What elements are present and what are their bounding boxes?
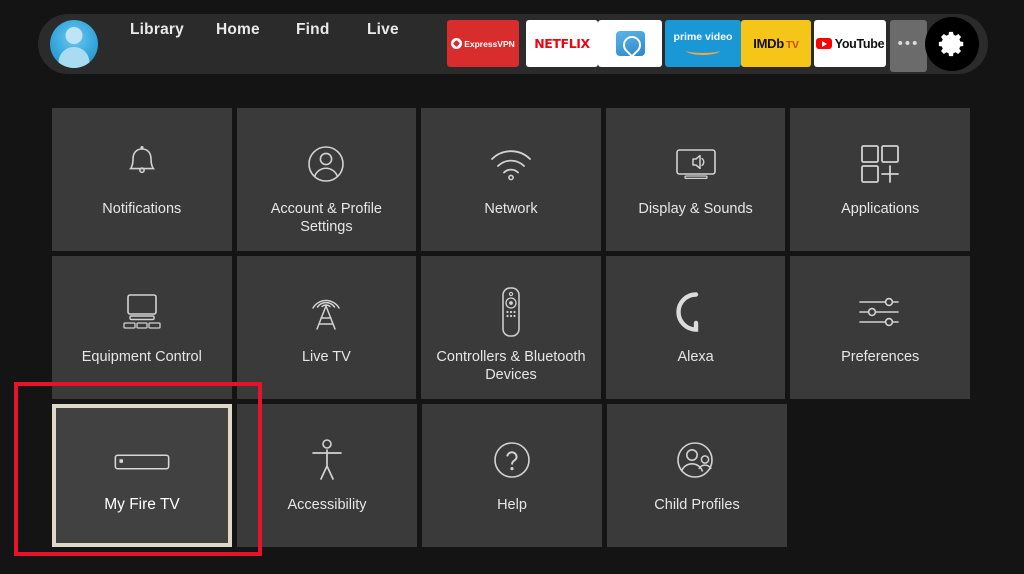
remote-control-icon	[483, 286, 539, 338]
tile-label: Preferences	[841, 349, 920, 365]
nav-item-home[interactable]: Home	[216, 21, 260, 39]
tile-label: Child Profiles	[654, 497, 740, 513]
accessibility-icon	[299, 434, 355, 486]
app-icon-imdb-tv[interactable]: IMDb TV	[741, 20, 811, 67]
more-apps-button[interactable]: •••	[890, 20, 927, 72]
tile-label: Accessibility	[287, 497, 367, 513]
bell-icon	[114, 138, 170, 190]
nav-item-find[interactable]: Find	[296, 21, 330, 39]
app-icon-netflix[interactable]: NETFLIX	[526, 20, 598, 67]
wifi-icon	[483, 138, 539, 190]
settings-tile-help[interactable]: Help	[422, 404, 602, 547]
tile-label: Alexa	[677, 349, 714, 365]
tv-devices-icon	[114, 286, 170, 338]
prime-video-logo: prime video	[674, 32, 732, 55]
tile-label: Network	[484, 201, 538, 217]
settings-tile-child-profiles[interactable]: Child Profiles	[607, 404, 787, 547]
settings-tile-controllers-bluetooth-devices[interactable]: Controllers & Bluetooth Devices	[421, 256, 601, 399]
settings-gear-button[interactable]	[925, 17, 979, 71]
settings-tile-my-fire-tv[interactable]: My Fire TV	[52, 404, 232, 547]
amazon-smile-icon	[686, 46, 720, 55]
child-profiles-icon	[669, 434, 725, 486]
tile-label: Account & Profile Settings	[270, 201, 382, 235]
person-circle-icon	[298, 138, 354, 190]
netflix-logo: NETFLIX	[534, 36, 590, 51]
settings-tile-preferences[interactable]: Preferences	[790, 256, 970, 399]
tile-label: Notifications	[102, 201, 182, 217]
settings-tile-applications[interactable]: Applications	[790, 108, 970, 251]
app-icon-prime-video[interactable]: prime video	[665, 20, 741, 67]
tile-label: Live TV	[301, 349, 351, 365]
tile-label: Controllers & Bluetooth Devices	[436, 349, 586, 383]
tile-label: My Fire TV	[104, 496, 180, 513]
tile-label: Help	[497, 497, 527, 513]
app-squares-icon	[852, 138, 908, 190]
settings-tile-alexa[interactable]: Alexa	[605, 256, 786, 399]
profile-avatar[interactable]	[50, 20, 98, 68]
app-icon-expressvpn[interactable]: ExpressVPN	[447, 20, 519, 67]
gear-icon	[938, 31, 964, 57]
nav-item-live[interactable]: Live	[367, 21, 399, 39]
settings-tile-network[interactable]: Network	[421, 108, 601, 251]
tile-label: Display & Sounds	[638, 201, 753, 217]
settings-grid: Notifications Account & Profile Settings	[52, 108, 970, 552]
question-circle-icon	[484, 434, 540, 486]
youtube-play-icon	[815, 37, 832, 50]
settings-tile-live-tv[interactable]: Live TV	[236, 256, 417, 399]
youtube-logo: YouTube	[834, 36, 885, 51]
nav-item-library[interactable]: Library	[130, 21, 184, 39]
app-icon-file-manager[interactable]	[598, 20, 662, 67]
settings-tile-notifications[interactable]: Notifications	[52, 108, 232, 251]
tv-speaker-icon	[668, 138, 724, 190]
broadcast-tower-icon	[298, 286, 354, 338]
file-manager-icon	[615, 31, 645, 56]
alexa-ring-icon	[668, 286, 724, 338]
sliders-icon	[852, 286, 908, 338]
settings-row-3: My Fire TV Accessibility Help Child Prof…	[52, 404, 970, 547]
settings-row-1: Notifications Account & Profile Settings	[52, 108, 970, 251]
settings-tile-equipment-control[interactable]: Equipment Control	[52, 256, 232, 399]
avatar-head	[65, 27, 83, 44]
tile-label: Equipment Control	[81, 349, 202, 365]
settings-row-2: Equipment Control Live TV Controllers & …	[52, 256, 970, 399]
expressvpn-mark-icon	[451, 38, 463, 49]
tile-label: Applications	[841, 201, 920, 217]
settings-tile-account-profile-settings[interactable]: Account & Profile Settings	[236, 108, 417, 251]
fire-tv-stick-icon	[114, 436, 170, 488]
avatar-body	[58, 47, 90, 68]
settings-tile-accessibility[interactable]: Accessibility	[237, 404, 417, 547]
imdb-logo: IMDb TV	[753, 36, 799, 51]
settings-tile-display-sounds[interactable]: Display & Sounds	[605, 108, 786, 251]
app-icon-youtube[interactable]: YouTube	[814, 20, 886, 67]
expressvpn-logo: ExpressVPN	[451, 38, 515, 49]
top-navigation-bar: Library Home Find Live ExpressVPN NETFLI…	[0, 0, 1024, 88]
